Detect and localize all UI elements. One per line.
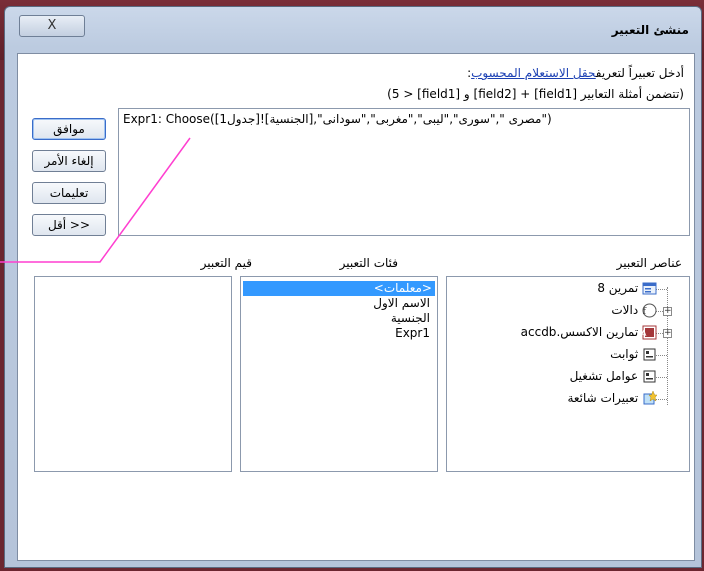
- annotation-line: [0, 137, 191, 263]
